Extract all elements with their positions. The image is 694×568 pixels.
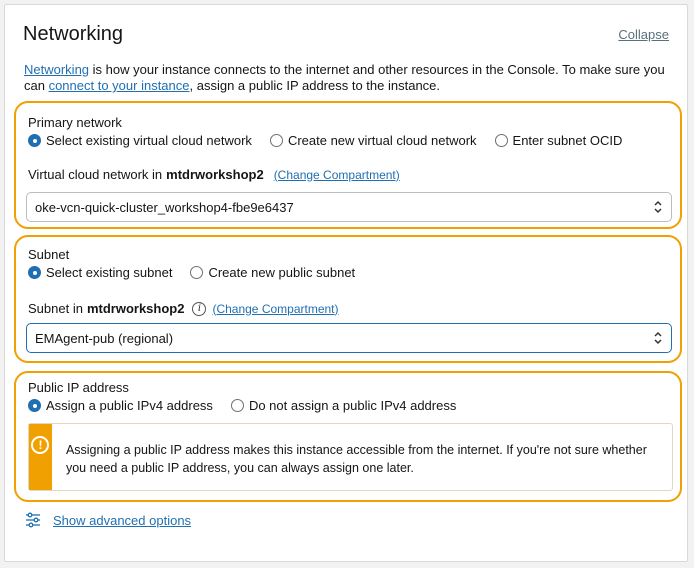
vcn-compartment: mtdrworkshop2 [166,167,264,182]
chevron-updown-icon [654,331,662,345]
radio-label: Create new virtual cloud network [287,133,477,148]
warning-icon: ! [31,436,50,454]
radio-dot-selected[interactable] [28,134,41,147]
radio-dot-selected[interactable] [28,399,41,412]
radio-create-new-vcn[interactable]: Create new virtual cloud network [269,133,477,148]
show-advanced-options-label[interactable]: Show advanced options [53,513,191,528]
radio-select-existing-vcn[interactable]: Select existing virtual cloud network [28,133,252,148]
primary-network-label: Primary network [28,115,122,130]
subnet-field-label: Subnet in mtdrworkshop2 i (Change Compar… [28,301,339,316]
alert-message: Assigning a public IP address makes this… [65,443,647,475]
subnet-label: Subnet [28,247,70,262]
radio-label: Assign a public IPv4 address [46,398,213,413]
primary-network-options: Select existing virtual cloud network Cr… [28,133,640,148]
radio-dot[interactable] [230,399,244,412]
primary-network-section: Primary network Select existing virtual … [14,101,682,229]
radio-label: Select existing subnet [46,265,173,280]
info-icon[interactable]: i [192,301,207,316]
change-compartment-link[interactable]: (Change Compartment) [212,302,338,316]
subnet-section: Subnet Select existing subnet Create new… [14,235,682,363]
radio-enter-subnet-ocid[interactable]: Enter subnet OCID [494,133,623,148]
vcn-field-label: Virtual cloud network in mtdrworkshop2 (… [28,167,400,182]
intro-text: Networking is how your instance connects… [24,62,674,94]
radio-dot[interactable] [269,134,283,147]
radio-create-new-public-subnet[interactable]: Create new public subnet [190,265,355,280]
radio-dot[interactable] [190,266,204,279]
radio-label: Enter subnet OCID [512,133,623,148]
intro-text-part2: , assign a public IP address to the inst… [189,78,441,93]
radio-do-not-assign-ipv4[interactable]: Do not assign a public IPv4 address [230,398,457,413]
collapse-link[interactable]: Collapse [618,27,669,42]
vcn-select-value: oke-vcn-quick-cluster_workshop4-fbe9e643… [35,199,294,215]
radio-dot-selected[interactable] [28,266,41,279]
connect-instance-link[interactable]: connect to your instance [49,78,190,93]
vcn-label-text: Virtual cloud network in [28,167,163,182]
radio-dot[interactable] [494,134,508,147]
section-title: Networking [23,23,124,45]
alert-bar: ! [29,424,52,490]
radio-select-existing-subnet[interactable]: Select existing subnet [28,265,172,280]
sliders-icon [26,512,40,528]
subnet-compartment: mtdrworkshop2 [86,301,185,316]
warning-alert: ! Assigning a public IP address makes th… [28,423,673,491]
show-advanced-options[interactable]: Show advanced options [25,512,191,528]
networking-panel: Networking Collapse Networking is how yo… [4,4,688,562]
radio-label: Create new public subnet [208,265,356,280]
public-ip-options: Assign a public IPv4 address Do not assi… [28,398,474,413]
change-compartment-link[interactable]: (Change Compartment) [274,168,400,182]
networking-link[interactable]: Networking [24,62,89,77]
chevron-updown-icon [654,200,662,214]
vcn-select[interactable]: oke-vcn-quick-cluster_workshop4-fbe9e643… [26,192,672,222]
subnet-select-value: EMAgent-pub (regional) [35,330,174,346]
subnet-label-text: Subnet in [28,301,83,316]
subnet-options: Select existing subnet Create new public… [28,265,373,280]
radio-assign-public-ipv4[interactable]: Assign a public IPv4 address [28,398,213,413]
public-ip-section: Public IP address Assign a public IPv4 a… [14,371,682,502]
public-ip-label: Public IP address [28,380,129,395]
subnet-select[interactable]: EMAgent-pub (regional) [26,323,672,353]
radio-label: Select existing virtual cloud network [46,133,252,148]
radio-label: Do not assign a public IPv4 address [248,398,457,413]
